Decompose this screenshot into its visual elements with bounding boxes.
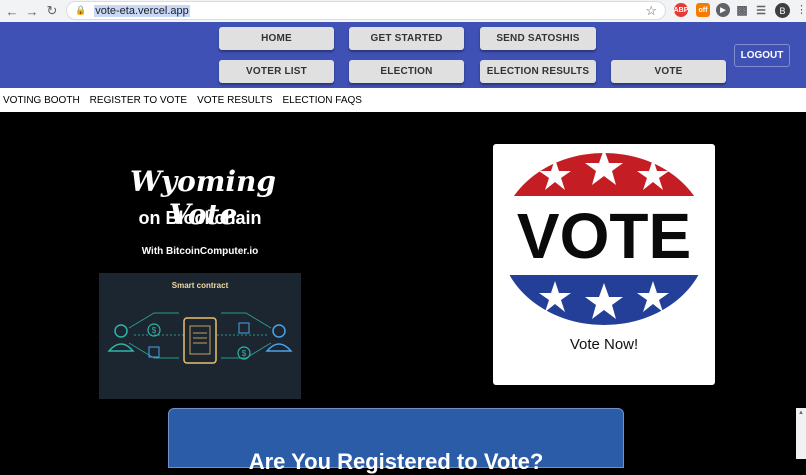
send-satoshis-button[interactable]: SEND SATOSHIS bbox=[480, 27, 596, 50]
user-left-icon bbox=[107, 324, 135, 352]
vote-button[interactable]: VOTE bbox=[611, 60, 726, 83]
nav-election-faqs[interactable]: ELECTION FAQS bbox=[283, 95, 362, 106]
svg-text:$: $ bbox=[152, 326, 157, 335]
registration-panel: Are You Registered to Vote? bbox=[168, 408, 624, 474]
play-extension-icon[interactable]: ▶ bbox=[716, 3, 730, 17]
profile-avatar[interactable]: B bbox=[775, 3, 790, 18]
vote-badge-graphic: VOTE bbox=[500, 149, 708, 325]
election-button[interactable]: ELECTION bbox=[349, 60, 464, 83]
voter-list-button[interactable]: VOTER LIST bbox=[219, 60, 334, 83]
lock-icon: 🔒 bbox=[75, 5, 87, 15]
forward-icon[interactable]: → bbox=[22, 1, 42, 21]
smart-contract-diagram: $ $ bbox=[107, 312, 293, 364]
get-started-button[interactable]: GET STARTED bbox=[349, 27, 464, 50]
vote-now-caption: Vote Now! bbox=[569, 336, 639, 353]
browser-toolbar: ← → ↻ 🔒 vote-eta.vercel.app ☆ ABP off ▶ … bbox=[0, 0, 806, 22]
logout-button[interactable]: LOGOUT bbox=[734, 44, 790, 67]
reload-icon[interactable]: ↻ bbox=[42, 1, 62, 21]
svg-text:$: $ bbox=[242, 349, 247, 358]
secondary-nav: VOTING BOOTH REGISTER TO VOTE VOTE RESUL… bbox=[0, 88, 806, 112]
nav-vote-results[interactable]: VOTE RESULTS bbox=[197, 95, 272, 106]
vote-badge-text: VOTE bbox=[517, 200, 691, 272]
hero-subtitle: on Blockchain bbox=[138, 208, 262, 228]
smart-contract-illustration: Smart contract $ $ bbox=[99, 273, 301, 399]
url-text: vote-eta.vercel.app bbox=[94, 4, 190, 17]
extension-off-icon[interactable]: off bbox=[696, 3, 710, 17]
nav-voting-booth[interactable]: VOTING BOOTH bbox=[3, 95, 80, 106]
back-icon[interactable]: ← bbox=[2, 1, 22, 21]
election-results-button[interactable]: ELECTION RESULTS bbox=[480, 60, 596, 83]
app-header: HOME GET STARTED SEND SATOSHIS VOTER LIS… bbox=[0, 22, 806, 88]
menu-kebab-icon[interactable]: ⋮ bbox=[796, 3, 806, 16]
address-bar[interactable]: 🔒 vote-eta.vercel.app ☆ bbox=[66, 1, 666, 20]
reading-list-icon[interactable]: ☰ bbox=[754, 3, 768, 17]
scroll-up-icon[interactable]: ▲ bbox=[798, 410, 804, 416]
user-right-icon bbox=[265, 324, 293, 352]
home-button[interactable]: HOME bbox=[219, 27, 334, 50]
vote-card[interactable]: VOTE Vote Now! bbox=[493, 144, 715, 385]
puzzle-icon[interactable]: ▩ bbox=[735, 3, 749, 17]
adblock-extension-icon[interactable]: ABP bbox=[674, 3, 688, 17]
nav-register-to-vote[interactable]: REGISTER TO VOTE bbox=[90, 95, 187, 106]
bookmark-star-icon[interactable]: ☆ bbox=[645, 3, 657, 19]
hero-with-line: With BitcoinComputer.io bbox=[141, 246, 259, 257]
registration-title: Are You Registered to Vote? bbox=[248, 449, 544, 474]
contract-document-icon bbox=[183, 317, 217, 364]
